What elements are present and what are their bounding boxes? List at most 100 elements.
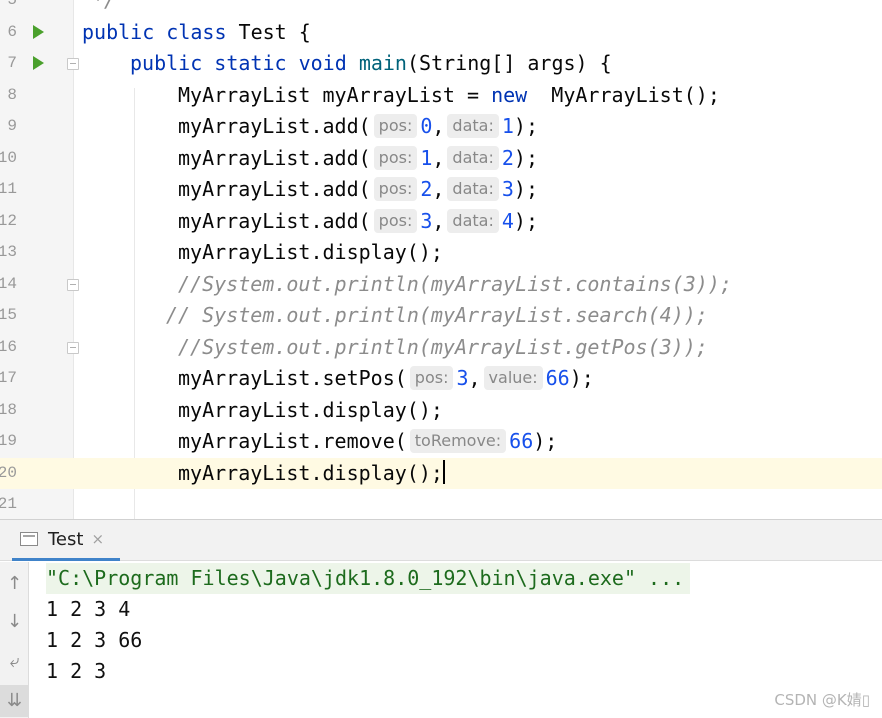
code-token: myArrayList.display();: [178, 397, 443, 422]
code-token: MyArrayList myArrayList =: [178, 82, 492, 107]
code-text: myArrayList.display();: [178, 395, 443, 427]
console-output-line: 1 2 3 4: [46, 597, 131, 621]
line-number: 21: [0, 495, 17, 513]
code-token: myArrayList.display();: [178, 460, 443, 485]
parameter-hint: data:: [447, 145, 499, 170]
code-token: class: [166, 19, 239, 44]
code-text: myArrayList.remove(toRemove: 66);: [178, 426, 557, 458]
code-line[interactable]: 21: [0, 489, 882, 519]
code-token: (String[] args) {: [406, 51, 612, 75]
code-token: MyArrayList();: [527, 82, 720, 107]
code-line[interactable]: 11 myArrayList.add(pos: 2, data: 3);: [0, 174, 882, 206]
scroll-to-end-icon[interactable]: ⇊: [0, 685, 29, 717]
code-token: main: [358, 51, 407, 75]
line-number: 14: [0, 274, 17, 293]
code-text: myArrayList.display();: [178, 237, 443, 269]
code-line[interactable]: 14 //System.out.println(myArrayList.conta…: [0, 269, 882, 301]
parameter-hint: pos:: [373, 114, 418, 138]
code-editor[interactable]: 5 */ 6 public class Test {7 public static vo…: [0, 0, 882, 519]
code-token: ,: [432, 177, 445, 201]
console-command-line: "C:\Program Files\Java\jdk1.8.0_192\bin\…: [46, 563, 691, 594]
soft-wrap-icon[interactable]: ⤶: [0, 646, 29, 678]
code-token: ,: [432, 114, 445, 138]
line-number: 12: [0, 211, 17, 230]
console-icon: [20, 532, 38, 546]
fold-icon[interactable]: [67, 341, 79, 354]
run-tab-bar: Test ×: [0, 520, 882, 561]
line-number: 9: [7, 117, 17, 135]
line-number: 8: [7, 85, 17, 104]
code-text: */: [92, 0, 116, 17]
code-token: myArrayList.add(: [178, 177, 371, 201]
code-text: MyArrayList myArrayList = new MyArrayLis…: [178, 80, 720, 112]
code-line[interactable]: 17 myArrayList.setPos(pos: 3, value: 66);: [0, 363, 882, 395]
console-output-line: 1 2 3 66: [46, 628, 143, 652]
code-token: );: [513, 208, 538, 233]
code-line[interactable]: 5 */: [0, 0, 882, 17]
code-line[interactable]: 16 //System.out.println(myArrayList.getPo…: [0, 332, 882, 364]
code-token: 4: [501, 208, 514, 233]
code-line[interactable]: 20 myArrayList.display();: [0, 457, 882, 489]
code-token: 66: [545, 366, 570, 390]
line-number: 19: [0, 432, 17, 450]
tab-test[interactable]: Test ×: [12, 520, 120, 561]
code-token: myArrayList.add(: [178, 208, 371, 233]
code-token: static: [214, 51, 299, 75]
code-token: public: [130, 51, 215, 75]
code-line[interactable]: 15 // System.out.println(myArrayList.sear…: [0, 300, 882, 332]
code-token: );: [533, 429, 558, 453]
scroll-down-icon[interactable]: ↓: [0, 606, 29, 638]
scroll-up-icon[interactable]: ↑: [0, 568, 29, 600]
code-line[interactable]: 19 myArrayList.remove(toRemove: 66);: [0, 426, 882, 458]
parameter-hint: toRemove:: [409, 429, 507, 453]
parameter-hint: pos:: [409, 366, 454, 390]
code-text: myArrayList.add(pos: 0, data: 1);: [178, 111, 538, 143]
code-text: myArrayList.add(pos: 1, data: 2);: [178, 143, 538, 175]
fold-icon[interactable]: [67, 58, 79, 70]
parameter-hint: data:: [447, 177, 499, 201]
code-line[interactable]: 6 public class Test {: [0, 17, 882, 49]
code-token: 3: [501, 177, 514, 201]
code-token: 66: [509, 429, 534, 453]
code-token: //System.out.println(myArrayList.getPos(…: [178, 334, 708, 359]
parameter-hint: data:: [447, 114, 499, 138]
console-output-line: 1 2 3: [46, 659, 107, 683]
code-token: );: [513, 177, 538, 201]
code-text: myArrayList.setPos(pos: 3, value: 66);: [178, 363, 594, 395]
code-line[interactable]: 10 myArrayList.add(pos: 1, data: 2);: [0, 143, 882, 175]
text-caret: [442, 459, 445, 484]
code-token: 1: [420, 145, 433, 170]
line-number: 16: [0, 337, 17, 356]
code-token: 3: [456, 366, 469, 390]
code-token: ,: [432, 145, 445, 170]
code-line[interactable]: 8 MyArrayList myArrayList = new MyArrayLi…: [0, 80, 882, 112]
code-line[interactable]: 12 myArrayList.add(pos: 3, data: 4);: [0, 206, 882, 238]
code-line[interactable]: 7 public static void main(String[] args) …: [0, 48, 882, 80]
code-text: // System.out.println(myArrayList.search…: [166, 300, 708, 332]
code-token: void: [298, 51, 359, 75]
run-gutter-icon[interactable]: [33, 24, 44, 39]
code-text: //System.out.println(myArrayList.getPos(…: [178, 332, 708, 364]
code-token: ,: [432, 208, 445, 233]
code-line[interactable]: 18 myArrayList.display();: [0, 395, 882, 427]
code-token: );: [569, 366, 594, 390]
code-token: myArrayList.add(: [178, 114, 371, 138]
code-token: myArrayList.add(: [178, 145, 371, 170]
run-gutter-icon[interactable]: [33, 56, 44, 70]
close-icon[interactable]: ×: [91, 530, 104, 548]
code-token: 3: [420, 208, 433, 233]
code-token: 0: [420, 114, 433, 138]
line-number: 15: [0, 306, 17, 324]
line-number: 5: [7, 0, 17, 9]
fold-icon[interactable]: [67, 278, 79, 291]
code-token: 2: [501, 145, 514, 170]
parameter-hint: pos:: [373, 208, 418, 233]
code-token: ,: [468, 366, 481, 390]
code-line[interactable]: 9 myArrayList.add(pos: 0, data: 1);: [0, 111, 882, 143]
code-token: // System.out.println(myArrayList.search…: [166, 303, 708, 327]
code-line[interactable]: 13 myArrayList.display();: [0, 237, 882, 269]
line-number: 13: [0, 243, 17, 261]
code-token: Test {: [238, 19, 311, 44]
line-number: 18: [0, 400, 17, 419]
code-token: //System.out.println(myArrayList.contain…: [178, 271, 732, 296]
